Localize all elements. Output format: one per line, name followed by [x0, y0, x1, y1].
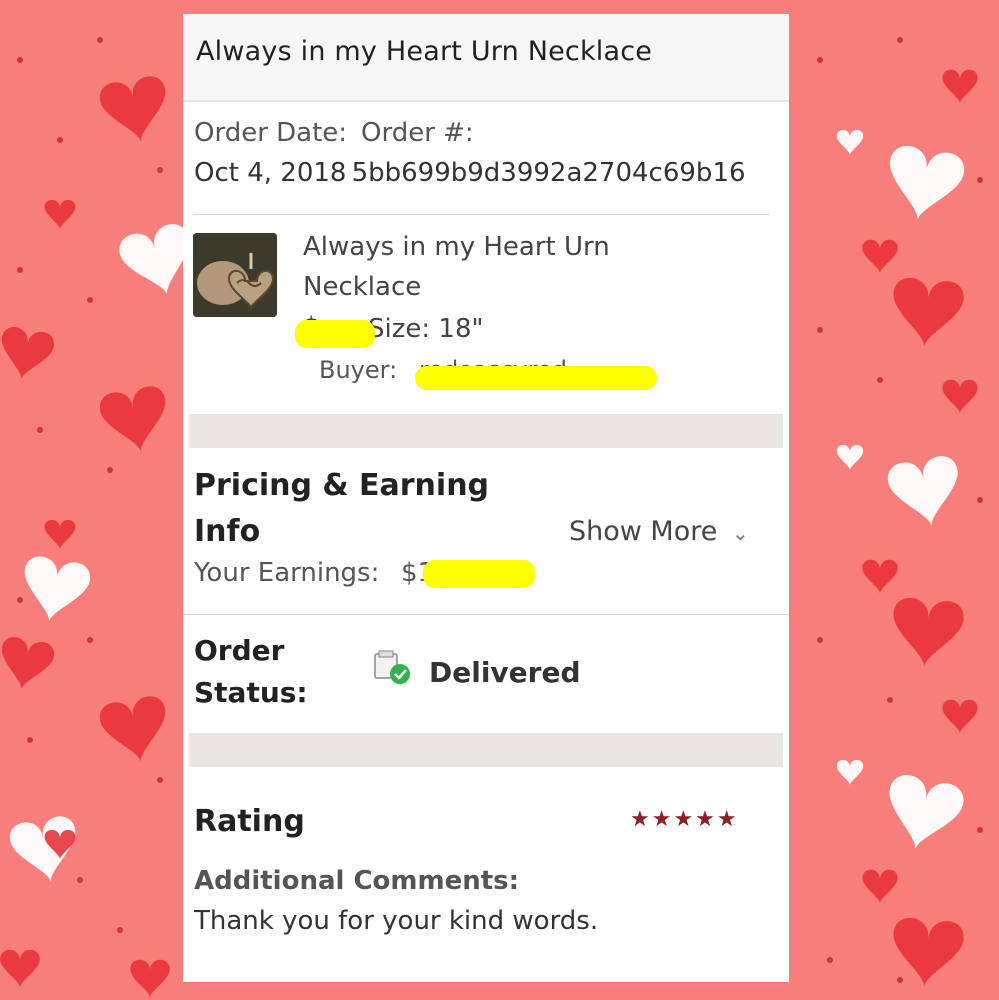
page-title: Always in my Heart Urn Necklace	[196, 36, 653, 67]
order-values-row: Oct 4, 2018 5bb699b9d3992a2704c69b16	[194, 158, 789, 188]
order-date-label: Order Date:	[194, 118, 348, 148]
order-number-value[interactable]: 5bb699b9d3992a2704c69b16	[352, 158, 746, 188]
redaction-mark	[295, 320, 375, 348]
delivered-package-icon	[374, 650, 410, 684]
item-name-line2[interactable]: Necklace	[303, 272, 421, 302]
additional-comments-label: Additional Comments:	[194, 866, 520, 896]
pricing-heading-line2: Info	[194, 514, 261, 549]
item-name-line1[interactable]: Always in my Heart Urn	[303, 232, 610, 262]
section-separator	[189, 414, 783, 448]
divider	[183, 614, 789, 615]
comment-text: Thank you for your kind words.	[194, 906, 599, 936]
order-status-label: Order	[194, 634, 285, 667]
order-status-value: Delivered	[429, 656, 581, 689]
title-bar: Always in my Heart Urn Necklace	[183, 14, 789, 102]
earnings-label: Your Earnings:	[194, 558, 380, 588]
rating-stars: ★★★★★	[630, 807, 739, 832]
divider	[193, 214, 769, 215]
show-more-button[interactable]: Show More ⌄	[569, 516, 749, 547]
rating-heading: Rating	[194, 804, 305, 839]
order-detail-card: Always in my Heart Urn Necklace Order Da…	[183, 14, 789, 982]
order-number-label: Order #:	[361, 118, 474, 148]
show-more-label: Show More	[569, 516, 718, 547]
redaction-mark	[423, 560, 535, 588]
buyer-label: Buyer:	[319, 356, 398, 384]
order-date-value: Oct 4, 2018	[194, 158, 347, 188]
pricing-heading: Pricing & Earning	[194, 468, 490, 503]
item-size: Size: 18"	[368, 314, 484, 344]
section-separator	[189, 733, 783, 767]
chevron-down-icon: ⌄	[731, 521, 749, 545]
product-thumbnail[interactable]	[193, 233, 277, 317]
order-status-label-line2: Status:	[194, 676, 308, 709]
heart-pendant-icon	[193, 233, 277, 317]
redaction-mark	[415, 366, 657, 390]
